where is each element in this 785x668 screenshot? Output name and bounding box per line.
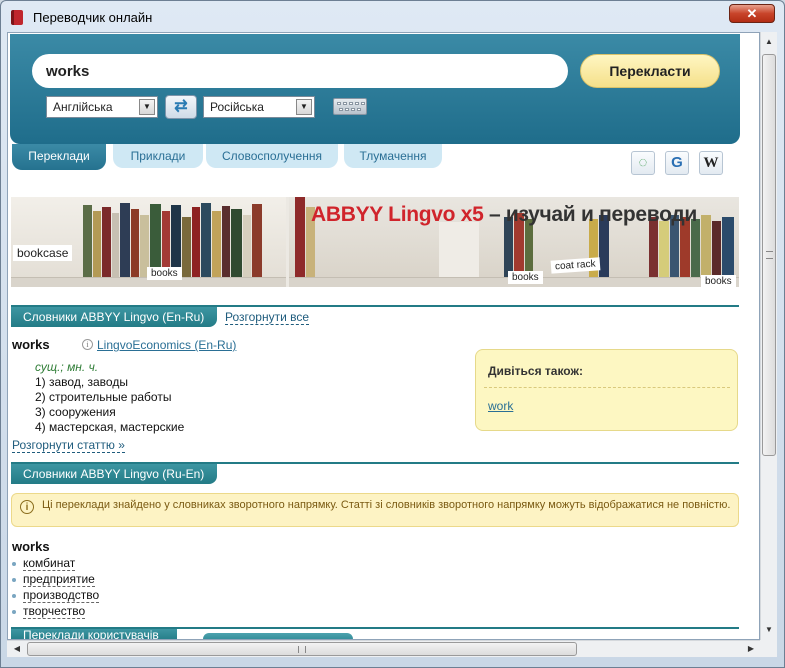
bullet-icon <box>12 594 16 598</box>
title-bar: Переводчик онлайн ✕ <box>1 1 784 33</box>
tab-translations[interactable]: Переклади <box>12 144 106 170</box>
tab-collocations[interactable]: Словосполучення <box>206 144 338 168</box>
headword: works <box>12 539 50 554</box>
banner-label: books <box>508 271 543 284</box>
wikipedia-icon[interactable]: W <box>699 151 723 175</box>
source-language-select[interactable]: Англійська ▼ <box>46 96 158 118</box>
expand-all-link[interactable]: Розгорнути все <box>225 311 310 325</box>
window-title: Переводчик онлайн <box>33 10 153 25</box>
see-also-title: Дивіться також: <box>488 364 583 378</box>
scroll-up-icon[interactable]: ▲ <box>761 34 777 50</box>
expand-article-link[interactable]: Розгорнути статтю » <box>12 439 125 453</box>
tab-examples[interactable]: Приклади <box>113 144 203 168</box>
banner-label: books <box>701 275 736 287</box>
scrollbar-thumb[interactable] <box>762 54 776 456</box>
chevron-down-icon[interactable]: ▼ <box>139 99 155 115</box>
horizontal-scrollbar[interactable]: ◀ ▶ <box>7 640 777 657</box>
promo-banner[interactable]: ABBYY Lingvo x5 – изучай и переводи book… <box>11 197 739 287</box>
info-icon: i <box>20 500 34 514</box>
bullet-icon <box>12 610 16 614</box>
search-panel: Перекласти Англійська ▼ ⇄ Російська ▼ <box>10 34 740 144</box>
scroll-right-icon[interactable]: ▶ <box>743 641 759 657</box>
meaning-item: 2) строительные работы <box>35 390 172 404</box>
resize-grip-icon[interactable] <box>760 640 777 657</box>
see-also-box: Дивіться також: work <box>475 349 738 431</box>
banner-label: bookcase <box>13 245 73 261</box>
chevron-down-icon[interactable]: ▼ <box>296 99 312 115</box>
search-input[interactable] <box>32 54 568 88</box>
page-content: Перекласти Англійська ▼ ⇄ Російська ▼ Пе… <box>7 32 760 640</box>
virtual-keyboard-icon[interactable] <box>333 98 367 115</box>
app-book-icon <box>11 10 23 25</box>
meaning-item: 1) завод, заводы <box>35 375 128 389</box>
swap-languages-button[interactable]: ⇄ <box>165 95 197 119</box>
section-header-ru-en: Словники ABBYY Lingvo (Ru-En) <box>11 464 217 484</box>
scroll-left-icon[interactable]: ◀ <box>9 641 25 657</box>
meaning-item: 3) сооружения <box>35 405 116 419</box>
reverse-direction-notice: i Ці переклади знайдено у словниках звор… <box>11 493 739 527</box>
banner-title: ABBYY Lingvo x5 – изучай и переводи <box>311 203 697 226</box>
scrollbar-thumb[interactable] <box>27 642 577 656</box>
bullet-icon <box>12 578 16 582</box>
section-header-user-translations: Переклади користувачів <box>11 629 177 639</box>
source-language-value: Англійська <box>53 100 113 114</box>
translate-button[interactable]: Перекласти <box>580 54 720 88</box>
list-item[interactable]: производство <box>23 589 100 603</box>
info-icon[interactable]: i <box>82 339 93 350</box>
target-language-value: Російська <box>210 100 264 114</box>
meaning-item: 4) мастерская, мастерские <box>35 420 185 434</box>
section-header-en-ru: Словники ABBYY Lingvo (En-Ru) <box>11 307 217 327</box>
list-item[interactable]: комбинат <box>23 557 76 571</box>
target-language-select[interactable]: Російська ▼ <box>203 96 315 118</box>
section-tab-partial <box>203 633 353 639</box>
notice-text: Ці переклади знайдено у словниках зворот… <box>42 499 731 511</box>
list-item[interactable]: творчество <box>23 605 86 619</box>
tab-definitions[interactable]: Тлумачення <box>344 144 442 168</box>
close-button[interactable]: ✕ <box>729 4 775 23</box>
see-also-link[interactable]: work <box>488 399 513 413</box>
banner-label: books <box>147 267 182 280</box>
headword: works <box>12 337 50 352</box>
bullet-icon <box>12 562 16 566</box>
grammar-label: сущ.; мн. ч. <box>35 360 99 374</box>
dictionary-link[interactable]: LingvoEconomics (En-Ru) <box>97 338 236 352</box>
refresh-swap-icon: ⇄ <box>174 98 188 115</box>
scroll-down-icon[interactable]: ▼ <box>761 622 777 638</box>
google-icon[interactable]: G <box>665 151 689 175</box>
speech-bubble-icon[interactable]: ◌ <box>631 151 655 175</box>
list-item[interactable]: предприятие <box>23 573 95 587</box>
vertical-scrollbar[interactable]: ▲ ▼ <box>760 32 777 640</box>
